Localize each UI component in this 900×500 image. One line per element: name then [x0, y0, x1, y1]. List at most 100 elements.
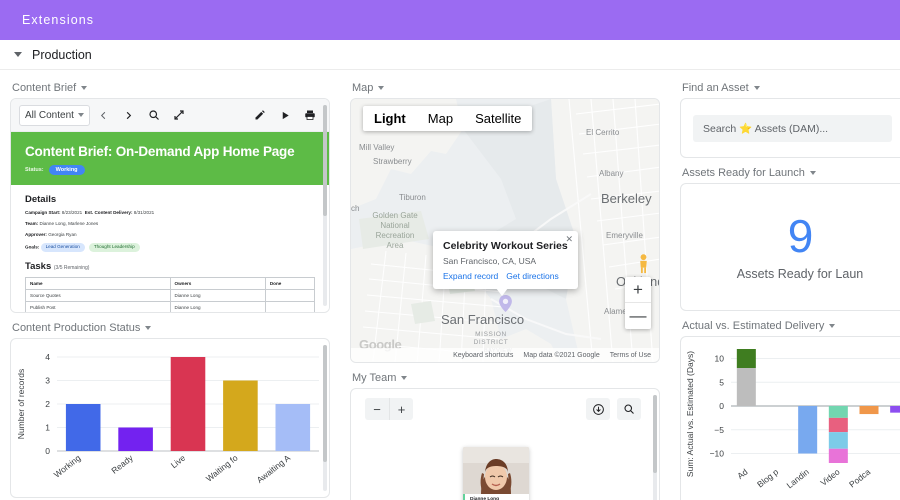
- pegman-icon[interactable]: [638, 254, 649, 274]
- map-card[interactable]: Mill Valley Strawberry Tiburon El Cerrit…: [350, 98, 660, 363]
- assets-ready-value: 9: [787, 210, 814, 262]
- team-zoom-out-button[interactable]: −: [365, 398, 389, 420]
- edit-button[interactable]: [249, 104, 271, 126]
- svg-text:0: 0: [45, 446, 50, 456]
- column-left: Content Brief All Content Content Brief:…: [0, 70, 340, 500]
- svg-text:Blog p: Blog p: [755, 467, 780, 490]
- tasks-sub: (3/5 Remaining): [53, 264, 90, 271]
- find-asset-card: Search ⭐ Assets (DAM)... A: [680, 98, 900, 158]
- content-brief-label-text: Content Brief: [12, 82, 77, 94]
- map-type-switcher[interactable]: Light Map Satellite: [363, 106, 533, 131]
- my-team-panel-label[interactable]: My Team: [352, 372, 660, 384]
- find-asset-label-text: Find an Asset: [682, 82, 749, 94]
- section-title: Production: [32, 47, 92, 62]
- scrollbar[interactable]: [323, 345, 327, 491]
- campaign-start-value: 8/23/2021: [61, 210, 83, 215]
- tasks-heading-text: Tasks: [25, 260, 52, 272]
- delivery-chart: 10 5 0 −5 −10 Ad Blog p Landin Video Podca Sum: Ac…: [685, 349, 900, 490]
- dashboard-columns: Content Brief All Content Content Brief:…: [0, 70, 900, 500]
- expand-icon[interactable]: [168, 104, 190, 126]
- map-zoom-out-button[interactable]: —: [625, 303, 651, 329]
- task-name: Source Quotes: [25, 288, 171, 302]
- assets-ready-card: 9 Assets Ready for Laun: [680, 183, 900, 311]
- delivery-panel-label[interactable]: Actual vs. Estimated Delivery: [682, 320, 900, 332]
- map-type-satellite[interactable]: Satellite: [464, 106, 532, 131]
- production-status-chart: 0 1 2 3 4 Working Ready Live Waiting fo Awaiting …: [16, 352, 319, 485]
- chevron-down-icon[interactable]: [753, 86, 760, 90]
- svg-text:Working: Working: [52, 453, 83, 480]
- approver-value: Georgia Ryan: [48, 231, 77, 237]
- chevron-down-icon[interactable]: [81, 86, 88, 90]
- est-delivery-value: 8/31/2021: [133, 210, 155, 215]
- prev-record-button[interactable]: [93, 104, 115, 126]
- chevron-down-icon[interactable]: [401, 376, 408, 380]
- map-zoom-in-button[interactable]: +: [625, 277, 651, 303]
- terms-of-use-link[interactable]: Terms of Use: [610, 352, 651, 359]
- production-status-label-text: Content Production Status: [12, 322, 141, 334]
- team-zoom-group[interactable]: − +: [365, 398, 413, 420]
- svg-text:Waiting fo: Waiting fo: [204, 453, 240, 484]
- chevron-down-icon[interactable]: [145, 326, 152, 330]
- content-brief-toolbar: All Content: [11, 99, 329, 132]
- team-zoom-in-button[interactable]: +: [389, 398, 413, 420]
- section-header[interactable]: Production: [0, 40, 900, 70]
- tasks-table: Name Owners Done Source Quotes Dianne Lo…: [25, 276, 316, 312]
- close-icon[interactable]: ✕: [565, 234, 573, 245]
- scrollbar[interactable]: [653, 395, 657, 500]
- brief-row-team: Team: Dianne Long, Marlene Jones: [25, 221, 315, 228]
- map-panel-label[interactable]: Map: [352, 82, 660, 94]
- download-circle-icon[interactable]: [586, 398, 610, 420]
- chevron-down-icon[interactable]: [14, 52, 22, 57]
- table-row[interactable]: Source Quotes Dianne Long: [25, 288, 316, 302]
- chevron-down-icon[interactable]: [809, 171, 816, 175]
- brief-row-goals: Goals: Lead Generation Thought Leadershi…: [25, 242, 315, 252]
- column-right: Find an Asset Search ⭐ Assets (DAM)... A…: [670, 70, 900, 500]
- assets-ready-panel-label[interactable]: Assets Ready for Launch: [682, 167, 900, 179]
- map-zoom-controls[interactable]: + —: [625, 277, 651, 329]
- map-type-light[interactable]: Light: [363, 106, 417, 131]
- content-brief-card: All Content Content Brief: On-Demand App…: [10, 98, 330, 313]
- svg-text:Sum: Actual vs. Estimated (Day: Sum: Actual vs. Estimated (Days): [685, 351, 695, 477]
- next-record-button[interactable]: [118, 104, 140, 126]
- map-place-label: Berkeley: [601, 191, 652, 206]
- svg-text:3: 3: [45, 376, 50, 386]
- top-bar: Extensions: [0, 0, 900, 40]
- scrollbar[interactable]: [323, 105, 327, 306]
- expand-record-link[interactable]: Expand record: [443, 271, 498, 281]
- svg-text:10: 10: [715, 354, 725, 364]
- column-header-name: Name: [25, 276, 171, 290]
- svg-text:4: 4: [45, 352, 50, 362]
- table-row[interactable]: Publish Post Dianne Long: [25, 300, 316, 312]
- content-filter-select[interactable]: All Content: [19, 104, 90, 126]
- get-directions-link[interactable]: Get directions: [506, 271, 558, 281]
- chevron-down-icon[interactable]: [378, 86, 385, 90]
- tasks-heading: Tasks (3/5 Remaining): [25, 261, 315, 272]
- svg-text:0: 0: [719, 401, 724, 411]
- keyboard-shortcuts-link[interactable]: Keyboard shortcuts: [453, 352, 513, 359]
- team-action-group: [586, 398, 641, 420]
- search-input[interactable]: Search ⭐ Assets (DAM)...: [693, 114, 893, 142]
- svg-text:1: 1: [45, 423, 50, 433]
- team-member-card[interactable]: Dianne Long TITLE VP Marketing: [463, 447, 529, 500]
- search-icon[interactable]: [617, 398, 641, 420]
- brief-row-approver: Approver: Georgia Ryan: [25, 232, 315, 239]
- find-asset-panel-label[interactable]: Find an Asset: [682, 82, 900, 94]
- map-place-label: Tiburon: [399, 193, 426, 202]
- task-done: [264, 288, 316, 302]
- chevron-down-icon[interactable]: [829, 324, 836, 328]
- svg-text:Live: Live: [169, 453, 188, 471]
- svg-text:−10: −10: [710, 449, 725, 459]
- goal-chip: Thought Leadership: [88, 242, 140, 252]
- map-type-map[interactable]: Map: [417, 106, 464, 131]
- play-button[interactable]: [274, 104, 296, 126]
- search-icon[interactable]: [143, 104, 165, 126]
- production-status-panel-label[interactable]: Content Production Status: [12, 322, 330, 334]
- campaign-start-label: Campaign Start:: [25, 210, 61, 215]
- map-pin-icon[interactable]: [499, 295, 512, 312]
- print-button[interactable]: [299, 104, 321, 126]
- goal-chips: Lead Generation Thought Leadership: [40, 242, 140, 252]
- map-info-window[interactable]: ✕ Celebrity Workout Series San Francisco…: [433, 231, 578, 296]
- content-brief-panel-label[interactable]: Content Brief: [12, 82, 330, 94]
- chevron-down-icon[interactable]: [77, 113, 84, 117]
- content-brief-document: Content Brief: On-Demand App Home Page S…: [11, 132, 329, 312]
